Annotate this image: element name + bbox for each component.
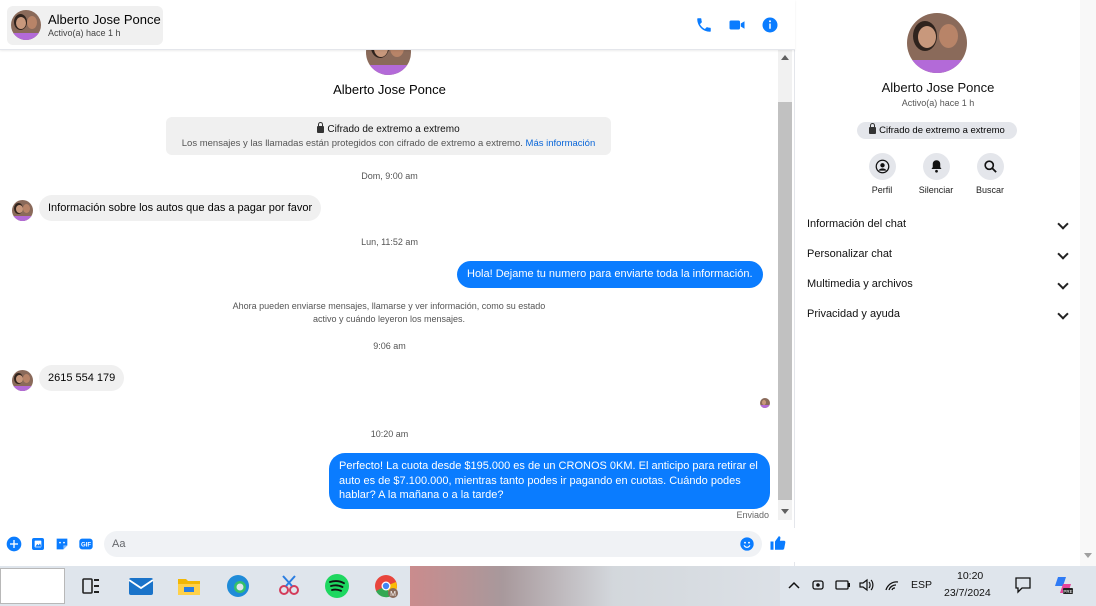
timestamp: 10:20 am — [370, 429, 409, 439]
taskbar-background — [410, 566, 780, 606]
chat-header: Alberto Jose Ponce Activo(a) hace 1 h — [0, 0, 795, 50]
chat-info-panel: Alberto Jose Ponce Activo(a) hace 1 h Ci… — [796, 0, 1080, 566]
message-list[interactable]: Alberto Jose Ponce Cifrado de extremo a … — [0, 50, 779, 526]
section-chat-info[interactable]: Información del chat — [807, 218, 1069, 240]
contact-status: Activo(a) hace 1 h — [48, 28, 121, 38]
message-outgoing[interactable]: Perfecto! La cuota desde $195.000 es de … — [329, 453, 770, 509]
message-outgoing[interactable]: Hola! Dejame tu numero para enviarte tod… — [457, 261, 763, 288]
contact-name: Alberto Jose Ponce — [48, 12, 161, 27]
language-indicator[interactable]: ESP — [911, 579, 932, 591]
chevron-down-icon — [1057, 278, 1069, 290]
video-call-icon[interactable] — [728, 16, 746, 34]
spotify-icon[interactable] — [322, 571, 352, 601]
message-input-placeholder: Aa — [112, 538, 126, 550]
chevron-down-icon — [1057, 248, 1069, 260]
scroll-up-icon[interactable] — [781, 55, 789, 60]
section-label: Información del chat — [807, 218, 907, 230]
e2e-notice: Cifrado de extremo a extremo Los mensaje… — [166, 117, 611, 155]
svg-text:GIF: GIF — [81, 543, 91, 549]
phone-call-icon[interactable] — [695, 16, 713, 34]
mail-icon[interactable] — [126, 571, 156, 601]
e2e-badge[interactable]: Cifrado de extremo a extremo — [857, 122, 1017, 139]
clock-time[interactable]: 10:20 — [957, 570, 983, 582]
info-contact-status: Activo(a) hace 1 h — [901, 98, 975, 108]
snipping-icon[interactable] — [274, 571, 304, 601]
battery-icon[interactable] — [835, 578, 851, 592]
message-incoming[interactable]: 2615 554 179 — [39, 365, 125, 391]
lock-icon — [869, 123, 877, 134]
search-action[interactable]: Buscar — [960, 153, 1020, 195]
profile-icon — [875, 159, 889, 174]
e2e-title: Cifrado de extremo a extremo — [327, 124, 460, 135]
scrollbar-thumb[interactable] — [778, 102, 792, 500]
file-explorer-icon[interactable] — [174, 571, 204, 601]
conversation-avatar — [366, 50, 411, 75]
e2e-badge-label: Cifrado de extremo a extremo — [879, 125, 1005, 136]
more-info-link[interactable]: Más información — [526, 138, 596, 149]
info-avatar[interactable] — [907, 13, 967, 73]
connection-notice: Ahora pueden enviarse mensajes, llamarse… — [232, 301, 546, 324]
chevron-down-icon — [1057, 218, 1069, 230]
page-scrollbar[interactable] — [1080, 0, 1096, 566]
svg-text:PRE: PRE — [1063, 589, 1072, 594]
taskbar: M ESP 10:20 23/7/2024 PRE — [0, 566, 1096, 606]
edge-icon[interactable] — [223, 571, 253, 601]
plus-icon[interactable] — [6, 536, 22, 552]
section-label: Privacidad y ayuda — [807, 308, 900, 320]
meet-icon[interactable] — [811, 578, 825, 592]
sticker-icon[interactable] — [54, 536, 70, 552]
chat-window: Alberto Jose Ponce Activo(a) hace 1 h Al… — [0, 0, 795, 566]
sender-avatar — [12, 370, 33, 391]
section-media-files[interactable]: Multimedia y archivos — [807, 278, 1069, 300]
chevron-up-icon[interactable] — [788, 580, 800, 590]
clock-date[interactable]: 23/7/2024 — [944, 587, 991, 599]
timestamp: Dom, 9:00 am — [361, 171, 418, 181]
task-view-icon[interactable] — [76, 571, 106, 601]
bell-icon — [931, 160, 941, 173]
svg-text:M: M — [390, 591, 396, 598]
chevron-down-icon — [1057, 308, 1069, 320]
section-privacy-help[interactable]: Privacidad y ayuda — [807, 308, 1069, 330]
profile-label: Perfil — [871, 185, 893, 195]
search-label: Buscar — [975, 185, 1004, 195]
like-icon[interactable] — [769, 534, 787, 552]
sent-status: Enviado — [736, 510, 769, 520]
composer: GIF Aa — [0, 528, 795, 562]
gallery-icon[interactable] — [30, 536, 46, 552]
timestamp: Lun, 11:52 am — [361, 237, 418, 247]
section-customize-chat[interactable]: Personalizar chat — [807, 248, 1069, 270]
read-receipt-avatar — [760, 398, 770, 408]
search-icon — [983, 160, 997, 173]
contact-header-button[interactable]: Alberto Jose Ponce Activo(a) hace 1 h — [7, 6, 163, 45]
notifications-icon[interactable] — [1014, 576, 1032, 594]
gif-icon[interactable]: GIF — [78, 536, 94, 552]
message-input[interactable]: Aa — [104, 531, 762, 557]
chat-scrollbar[interactable] — [778, 50, 792, 520]
info-contact-name: Alberto Jose Ponce — [881, 80, 995, 95]
emoji-icon[interactable] — [739, 536, 755, 552]
mute-action[interactable]: Silenciar — [906, 153, 966, 195]
sender-avatar — [12, 200, 33, 221]
taskbar-search-box[interactable] — [0, 568, 65, 604]
copilot-icon[interactable]: PRE — [1052, 574, 1074, 596]
scroll-down-icon[interactable] — [1084, 553, 1092, 558]
lock-icon — [317, 122, 325, 133]
volume-icon[interactable] — [858, 578, 874, 592]
mute-label: Silenciar — [918, 185, 954, 195]
timestamp: 9:06 am — [373, 341, 406, 351]
scroll-down-icon[interactable] — [781, 509, 789, 514]
profile-action[interactable]: Perfil — [852, 153, 912, 195]
section-label: Multimedia y archivos — [807, 278, 913, 290]
contact-avatar — [11, 10, 41, 40]
wifi-icon[interactable] — [884, 578, 900, 592]
message-incoming[interactable]: Información sobre los autos que das a pa… — [39, 195, 322, 221]
info-icon[interactable] — [761, 16, 779, 34]
chrome-icon[interactable]: M — [371, 571, 401, 601]
e2e-text: Los mensajes y las llamadas están proteg… — [181, 138, 523, 149]
section-label: Personalizar chat — [807, 248, 892, 260]
conversation-title: Alberto Jose Ponce — [333, 82, 446, 97]
